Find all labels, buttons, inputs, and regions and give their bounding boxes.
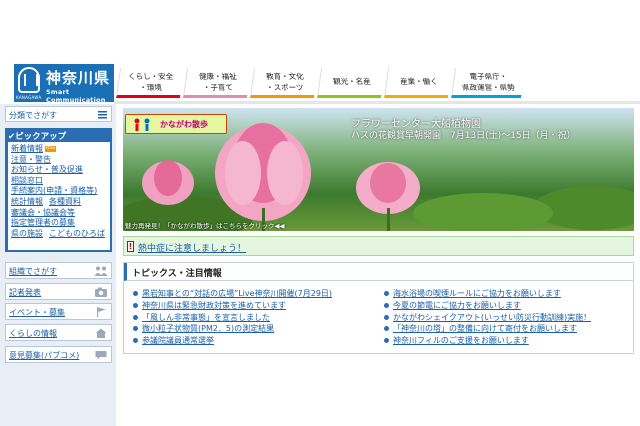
topics-panel: トピックス・注目情報 黒岩知事との“対話の広場”Live神奈川開催(7月29日)… <box>123 262 634 354</box>
walking-people-icon <box>134 118 150 131</box>
pickup-panel: ✔ピックアップ 新着情報 RSS 注意・警告 お知らせ・普及促進 相談窓口 手続案… <box>5 128 112 252</box>
pickup-link-news[interactable]: 新着情報 <box>11 144 43 153</box>
pickup-link-facilities[interactable]: 県の施設 <box>11 229 43 238</box>
bullet-icon <box>133 291 138 296</box>
sidebar-item-label: 意見募集(パブコメ) <box>9 351 80 360</box>
prefecture-emblem-icon <box>18 67 40 93</box>
banner-caption[interactable]: 魅力再発見！「かながわ散歩」はこちらをクリック◀◀ <box>125 220 285 230</box>
camera-icon <box>95 287 107 297</box>
bullet-icon <box>133 326 138 332</box>
sidebar-item-label: くらしの情報 <box>9 329 57 338</box>
nav-tab-industry[interactable]: 産業・働く <box>383 68 453 98</box>
house-icon <box>95 328 107 338</box>
banner-subtitle: ハスの花観賞早朝開園 7月13日(土)〜15日（月・祝） <box>351 131 576 141</box>
logo-caption: KANAGAWA <box>16 95 42 100</box>
bullet-icon <box>384 302 389 308</box>
nav-tab-e-government[interactable]: 電子県庁・ 県政運営・県勢 <box>450 68 526 98</box>
topic-link[interactable]: 「風しん非常事態」を宣言しました <box>142 313 270 322</box>
topic-item[interactable]: 神奈川フィルのご支援をお願いします <box>384 335 591 347</box>
topic-item[interactable]: 今夏の節電にご協力をお願いします <box>384 300 591 312</box>
pickup-link-documents[interactable]: 各種資料 <box>49 197 81 206</box>
sidebar-item-living[interactable]: くらしの情報 <box>5 324 112 341</box>
kanagawa-walk-label: かながわ散歩 <box>160 120 208 129</box>
topics-title: トピックス・注目情報 <box>132 269 222 279</box>
bullet-icon <box>133 314 138 320</box>
site-logo[interactable]: 神奈川県 Smart Communication KANAGAWA <box>14 64 114 104</box>
topics-left-column: 黒岩知事との“対話の広場”Live神奈川開催(7月29日) 神奈川県は緊急財政対… <box>133 288 332 347</box>
topic-item[interactable]: 参議院議員通常選挙 <box>133 335 332 347</box>
people-icon <box>94 266 108 276</box>
pickup-link-statistics[interactable]: 統計情報 <box>11 197 43 206</box>
bullet-icon <box>133 302 138 308</box>
feature-banner[interactable]: かながわ散歩 フラワーセンター大船植物園 ハスの花観賞早朝開園 7月13日(土)… <box>123 108 634 231</box>
nav-tab-health-welfare[interactable]: 健康・福祉 ・子育て <box>182 68 252 98</box>
topic-item[interactable]: 「風しん非常事態」を宣言しました <box>133 312 332 324</box>
pickup-link-notices[interactable]: お知らせ・普及促進 <box>11 165 83 174</box>
heatstroke-alert[interactable]: ! 熱中症に注意しましょう！ <box>123 236 634 256</box>
kanagawa-walk-tag[interactable]: かながわ散歩 <box>125 114 227 134</box>
rss-badge[interactable]: RSS <box>45 145 56 152</box>
pickup-link-councils[interactable]: 審議会・協議会等 <box>11 208 75 217</box>
topic-link[interactable]: 「神奈川の塔」の整備に向けて寄付をお願いします <box>393 324 577 333</box>
speech-bubble-icon <box>95 351 107 360</box>
logo-subtitle: Smart Communication <box>46 88 106 104</box>
pickup-link-warnings[interactable]: 注意・警告 <box>11 155 51 164</box>
pickup-link-procedures[interactable]: 手続案内(申請・資格等) <box>11 186 97 195</box>
topic-item[interactable]: 微小粒子状物質(PM2．5)の測定結果 <box>133 323 332 335</box>
nav-tab-life-safety[interactable]: くらし・安全 ・環境 <box>115 68 185 98</box>
sidebar-item-label: 記者発表 <box>9 288 41 297</box>
topic-item[interactable]: 黒岩知事との“対話の広場”Live神奈川開催(7月29日) <box>133 288 332 300</box>
topic-item[interactable]: 神奈川県は緊急財政対策を進めています <box>133 300 332 312</box>
warning-icon: ! <box>127 241 134 252</box>
sidebar-item-label: 組織でさがす <box>9 267 57 276</box>
topic-item[interactable]: かながわシェイクアウト(いっせい防災行動訓練)実施！ <box>384 312 591 324</box>
pickup-link-kids[interactable]: こどものひろば <box>49 229 105 238</box>
heatstroke-alert-link[interactable]: 熱中症に注意しましょう！ <box>138 241 246 254</box>
pickup-link-designated-managers[interactable]: 指定管理者の募集 <box>11 218 75 227</box>
topic-link[interactable]: 今夏の節電にご協力をお願いします <box>393 301 521 310</box>
topic-item[interactable]: 海水浴場の喫煙ルールにご協力をお願いします <box>384 288 591 300</box>
topics-right-column: 海水浴場の喫煙ルールにご協力をお願いします 今夏の節電にご協力をお願いします か… <box>384 288 591 347</box>
bullet-icon <box>384 326 389 332</box>
topic-link[interactable]: 海水浴場の喫煙ルールにご協力をお願いします <box>393 289 561 298</box>
topics-header: トピックス・注目情報 <box>124 263 633 281</box>
sidebar-item-label: イベント・募集 <box>9 308 65 317</box>
bullet-icon <box>133 338 138 344</box>
bullet-icon <box>384 314 389 320</box>
pickup-link-consultation[interactable]: 相談窓口 <box>11 176 43 185</box>
sidebar-item-organization[interactable]: 組織でさがす <box>5 262 112 279</box>
topic-link[interactable]: かながわシェイクアウト(いっせい防災行動訓練)実施！ <box>393 313 591 322</box>
nav-tab-tourism[interactable]: 観光・名産 <box>316 68 386 98</box>
bullet-icon <box>384 338 389 344</box>
category-search-link[interactable]: 分類でさがす <box>5 106 112 122</box>
topic-link[interactable]: 神奈川フィルのご支援をお願いします <box>393 336 529 345</box>
pickup-list: 新着情報 RSS 注意・警告 お知らせ・普及促進 相談窓口 手続案内(申請・資格等… <box>8 142 110 250</box>
flag-icon <box>97 307 106 317</box>
list-icon <box>98 111 107 119</box>
nav-tab-education-culture[interactable]: 教育・文化 ・スポーツ <box>249 68 319 98</box>
sidebar-item-press[interactable]: 記者発表 <box>5 283 112 300</box>
topic-link[interactable]: 黒岩知事との“対話の広場”Live神奈川開催(7月29日) <box>142 289 332 298</box>
topic-item[interactable]: 「神奈川の塔」の整備に向けて寄付をお願いします <box>384 323 591 335</box>
logo-title: 神奈川県 <box>46 69 111 87</box>
topic-link[interactable]: 神奈川県は緊急財政対策を進めています <box>142 301 286 310</box>
topic-link[interactable]: 微小粒子状物質(PM2．5)の測定結果 <box>142 324 274 333</box>
sidebar-item-public-comment[interactable]: 意見募集(パブコメ) <box>5 346 112 363</box>
global-nav: くらし・安全 ・環境 健康・福祉 ・子育て 教育・文化 ・スポーツ 観光・名産 産業・… <box>115 68 526 102</box>
sidebar-item-events[interactable]: イベント・募集 <box>5 303 112 320</box>
category-search-label: 分類でさがす <box>9 111 57 120</box>
topic-link[interactable]: 参議院議員通常選挙 <box>142 336 214 345</box>
bullet-icon <box>384 291 389 296</box>
pickup-title: ✔ピックアップ <box>8 132 67 142</box>
